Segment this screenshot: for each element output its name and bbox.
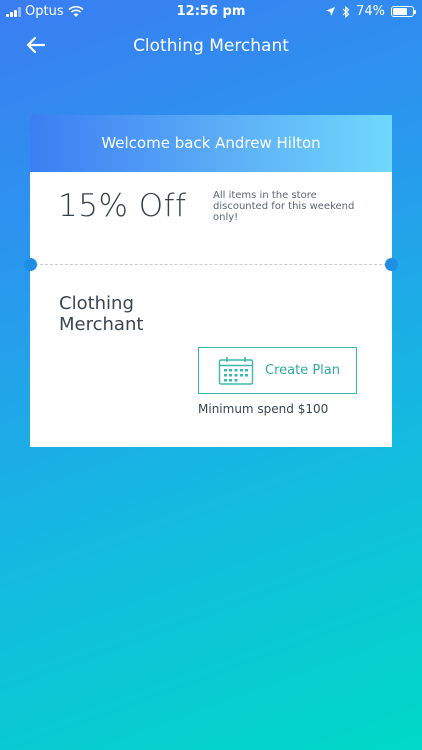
dashed-divider bbox=[24, 258, 398, 271]
create-plan-label: Create Plan bbox=[265, 363, 340, 378]
merchant-name-line2: Merchant bbox=[59, 314, 144, 335]
location-arrow-icon bbox=[326, 7, 336, 16]
nav-bar: Clothing Merchant bbox=[0, 30, 422, 62]
page-title: Clothing Merchant bbox=[133, 36, 289, 56]
calendar-icon bbox=[218, 356, 254, 385]
offer-description: All items in the store discounted for th… bbox=[213, 190, 355, 223]
battery-fill bbox=[393, 8, 408, 15]
battery-icon bbox=[391, 6, 416, 17]
status-right: 74% bbox=[325, 4, 416, 19]
create-plan-button[interactable]: Create Plan bbox=[198, 347, 357, 394]
offer-section: 15% Off All items in the store discounte… bbox=[30, 172, 392, 264]
battery-percent: 74% bbox=[356, 4, 385, 19]
merchant-name: Clothing Merchant bbox=[59, 293, 143, 335]
notch-right bbox=[385, 258, 398, 271]
welcome-banner: Welcome back Andrew Hilton bbox=[30, 115, 392, 172]
bluetooth-icon bbox=[342, 5, 350, 18]
notch-left bbox=[24, 258, 37, 271]
offer-title: 15% Off bbox=[58, 188, 187, 224]
status-bar: Optus 12:56 pm 74% bbox=[0, 0, 422, 24]
minimum-spend: Minimum spend $100 bbox=[198, 402, 329, 416]
merchant-name-line1: Clothing bbox=[59, 293, 134, 314]
offer-card: Welcome back Andrew Hilton 15% Off All i… bbox=[24, 115, 398, 447]
